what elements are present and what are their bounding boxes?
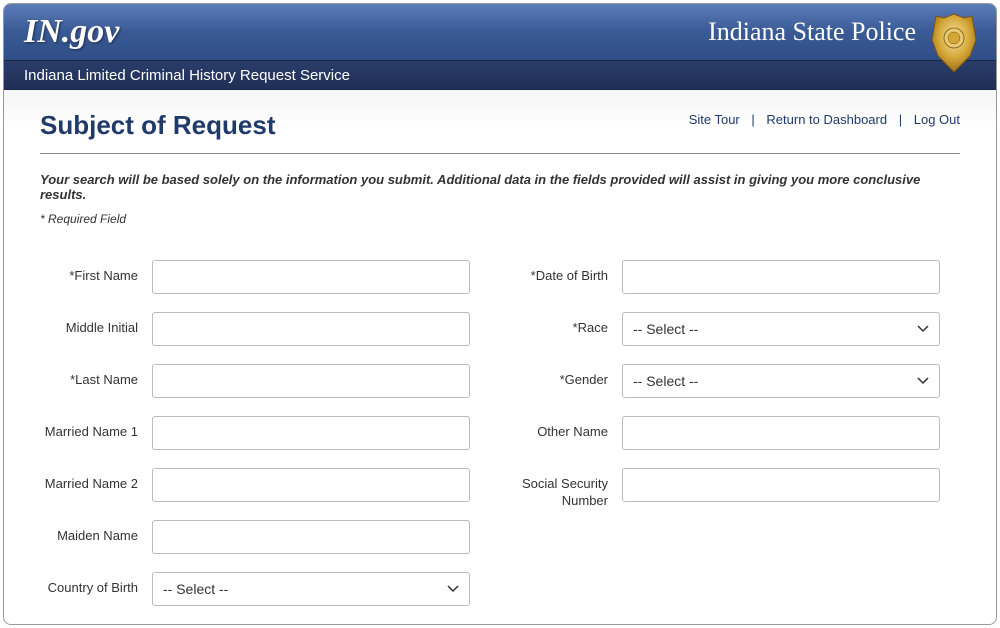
middle-initial-label: Middle Initial xyxy=(40,312,152,337)
field-row-gender: *Gender -- Select -- xyxy=(510,364,960,398)
field-row-married-name-1: Married Name 1 xyxy=(40,416,490,450)
content-area: Subject of Request Site Tour | Return to… xyxy=(4,90,996,624)
gender-label: *Gender xyxy=(510,364,622,389)
header-sub: Indiana Limited Criminal History Request… xyxy=(4,60,996,90)
other-name-label: Other Name xyxy=(510,416,622,441)
field-row-first-name: *First Name xyxy=(40,260,490,294)
first-name-label: *First Name xyxy=(40,260,152,285)
ssn-label: Social Security Number xyxy=(510,468,622,510)
field-row-middle-initial: Middle Initial xyxy=(40,312,490,346)
site-tour-link[interactable]: Site Tour xyxy=(689,112,740,127)
married-name-2-label: Married Name 2 xyxy=(40,468,152,493)
service-title: Indiana Limited Criminal History Request… xyxy=(24,67,350,84)
field-row-race: *Race -- Select -- xyxy=(510,312,960,346)
race-select[interactable]: -- Select -- xyxy=(622,312,940,346)
return-dashboard-link[interactable]: Return to Dashboard xyxy=(766,112,887,127)
log-out-link[interactable]: Log Out xyxy=(914,112,960,127)
other-name-input[interactable] xyxy=(622,416,940,450)
title-divider xyxy=(40,153,960,154)
page-title: Subject of Request xyxy=(40,110,275,141)
agency-name: Indiana State Police xyxy=(708,17,916,47)
form-column-left: *First Name Middle Initial *Last Name xyxy=(40,260,490,624)
site-logo: IN.gov xyxy=(24,13,119,51)
header-main: IN.gov Indiana State Police xyxy=(4,4,996,60)
field-row-last-name: *Last Name xyxy=(40,364,490,398)
last-name-label: *Last Name xyxy=(40,364,152,389)
form-area: *First Name Middle Initial *Last Name xyxy=(40,260,960,624)
field-row-country-of-birth: Country of Birth -- Select -- xyxy=(40,572,490,606)
form-column-right: *Date of Birth *Race -- Select -- *Gende… xyxy=(510,260,960,624)
married-name-1-input[interactable] xyxy=(152,416,470,450)
first-name-input[interactable] xyxy=(152,260,470,294)
dob-input[interactable] xyxy=(622,260,940,294)
link-separator: | xyxy=(751,112,754,127)
married-name-2-input[interactable] xyxy=(152,468,470,502)
married-name-1-label: Married Name 1 xyxy=(40,416,152,441)
country-of-birth-label: Country of Birth xyxy=(40,572,152,597)
dob-label: *Date of Birth xyxy=(510,260,622,285)
police-badge-icon xyxy=(930,12,978,74)
race-label: *Race xyxy=(510,312,622,337)
gender-select[interactable]: -- Select -- xyxy=(622,364,940,398)
link-separator: | xyxy=(899,112,902,127)
field-row-maiden-name: Maiden Name xyxy=(40,520,490,554)
field-row-other-name: Other Name xyxy=(510,416,960,450)
field-row-ssn: Social Security Number xyxy=(510,468,960,510)
middle-initial-input[interactable] xyxy=(152,312,470,346)
maiden-name-input[interactable] xyxy=(152,520,470,554)
title-row: Subject of Request Site Tour | Return to… xyxy=(40,110,960,141)
ssn-input[interactable] xyxy=(622,468,940,502)
field-row-dob: *Date of Birth xyxy=(510,260,960,294)
top-links: Site Tour | Return to Dashboard | Log Ou… xyxy=(689,110,960,127)
page-frame: IN.gov Indiana State Police Indiana Limi… xyxy=(3,3,997,625)
country-of-birth-select[interactable]: -- Select -- xyxy=(152,572,470,606)
last-name-input[interactable] xyxy=(152,364,470,398)
required-field-note: * Required Field xyxy=(40,212,960,226)
instructions-text: Your search will be based solely on the … xyxy=(40,172,960,202)
field-row-married-name-2: Married Name 2 xyxy=(40,468,490,502)
maiden-name-label: Maiden Name xyxy=(40,520,152,545)
